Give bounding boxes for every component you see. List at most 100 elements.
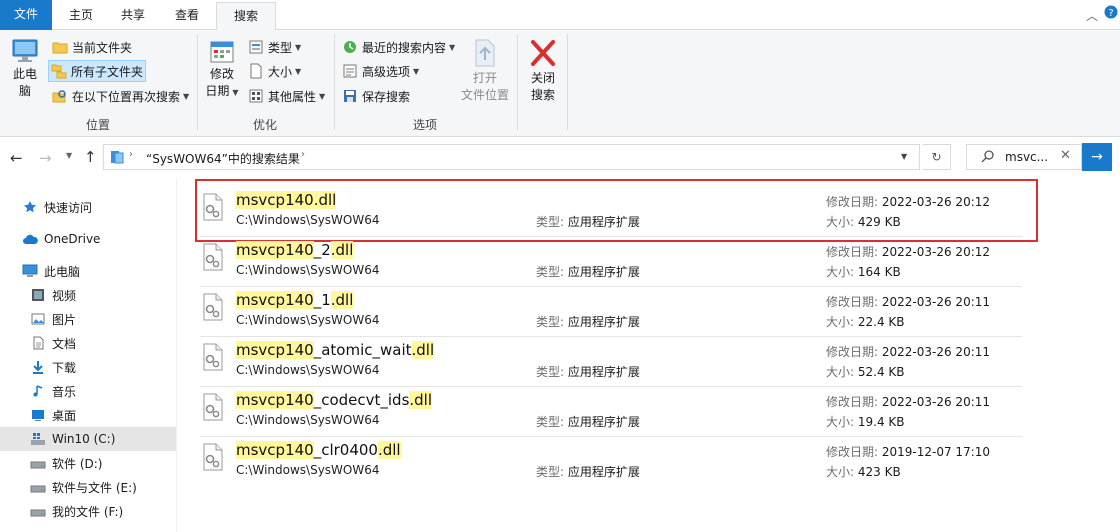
computer-icon	[22, 263, 38, 279]
current-folder-button[interactable]: 当前文件夹	[50, 36, 134, 58]
collapse-ribbon-icon[interactable]: ︿	[1086, 7, 1098, 24]
search-result-row[interactable]: msvcp140_codecvt_ids.dll C:\Windows\SysWO…	[198, 382, 1020, 432]
search-input[interactable]: msvc... ✕	[966, 144, 1082, 170]
file-name[interactable]: msvcp140_atomic_wait.dll	[236, 341, 435, 359]
drive-icon	[30, 479, 46, 495]
file-date: 修改日期: 2022-03-26 20:11	[826, 395, 991, 409]
nav-item[interactable]: 视频	[0, 283, 176, 307]
nav-item[interactable]: 图片	[0, 307, 176, 331]
up-arrow-icon[interactable]: ↑	[84, 148, 97, 166]
arrow-right-icon: →	[1091, 149, 1103, 165]
clear-search-icon[interactable]: ✕	[1060, 148, 1071, 163]
file-size: 大小: 19.4 KB	[826, 415, 905, 429]
nav-item[interactable]: OneDrive	[0, 227, 176, 251]
name-rest: _atomic_wait	[313, 341, 412, 359]
search-result-row[interactable]: msvcp140_clr0400.dll C:\Windows\SysWOW64 类…	[198, 432, 1020, 482]
breadcrumb-separator-icon[interactable]: ›	[129, 149, 133, 160]
dll-file-icon	[202, 193, 224, 221]
recent-locations-icon[interactable]: ▼	[66, 151, 72, 160]
nav-item-label: 软件 (D:)	[52, 456, 103, 471]
all-subfolders-button[interactable]: 所有子文件夹	[48, 60, 147, 82]
nav-item[interactable]: 我的文件 (F:)	[0, 499, 176, 523]
drive-icon	[30, 503, 46, 519]
nav-item-label: 快速访问	[44, 200, 93, 215]
nav-item-label: 下载	[52, 360, 77, 375]
other-properties-button[interactable]: 其他属性 ▼	[246, 85, 327, 107]
advanced-options-icon	[342, 63, 358, 79]
file-size: 大小: 22.4 KB	[826, 315, 905, 329]
file-name[interactable]: msvcp140_clr0400.dll	[236, 441, 401, 459]
file-size: 大小: 164 KB	[826, 265, 901, 279]
tab-view[interactable]: 查看	[162, 2, 212, 30]
size-icon	[248, 63, 264, 79]
back-arrow-icon[interactable]: ←	[10, 149, 23, 167]
search-result-row[interactable]: msvcp140_2.dll C:\Windows\SysWOW64 类型: 应用程…	[198, 232, 1020, 282]
search-icon	[981, 149, 995, 166]
forward-arrow-icon[interactable]: →	[39, 149, 52, 167]
chevron-down-icon: ▼	[295, 42, 302, 52]
name-rest: _1	[313, 291, 331, 309]
file-size: 大小: 52.4 KB	[826, 365, 905, 379]
name-rest: _clr0400	[313, 441, 378, 459]
file-path: C:\Windows\SysWOW64	[236, 263, 380, 277]
file-type: 类型: 应用程序扩展	[536, 465, 640, 479]
match-highlight: msvcp140.dll	[236, 191, 337, 209]
chevron-down-icon: ▼	[232, 88, 239, 97]
kind-button[interactable]: 类型 ▼	[246, 36, 303, 58]
nav-item[interactable]: 软件与文件 (E:)	[0, 475, 176, 499]
chevron-down-icon: ▼	[295, 66, 302, 76]
nav-item[interactable]: 文档	[0, 331, 176, 355]
search-result-row[interactable]: msvcp140_atomic_wait.dll C:\Windows\SysWO…	[198, 332, 1020, 382]
tab-share[interactable]: 共享	[110, 2, 156, 30]
help-icon[interactable]: ?	[1104, 5, 1118, 22]
windows-drive-icon	[30, 431, 46, 447]
dll-file-icon	[202, 243, 224, 271]
open-location-icon	[472, 38, 498, 68]
file-date: 修改日期: 2022-03-26 20:11	[826, 345, 991, 359]
subfolders-icon	[51, 63, 67, 79]
close-search-button[interactable]: 关闭 搜索	[523, 38, 563, 104]
svg-text:?: ?	[1108, 8, 1113, 19]
nav-item[interactable]: 快速访问	[0, 195, 176, 219]
search-result-row[interactable]: msvcp140.dll C:\Windows\SysWOW64 类型: 应用程序扩…	[195, 179, 1038, 242]
file-type: 类型: 应用程序扩展	[536, 415, 640, 429]
date-modified-button[interactable]: 修改 日期 ▼	[202, 38, 242, 101]
nav-item-label: 软件与文件 (E:)	[52, 480, 137, 495]
tab-home[interactable]: 主页	[58, 2, 104, 30]
advanced-options-button[interactable]: 高级选项 ▼	[340, 60, 421, 82]
kind-icon	[248, 39, 264, 55]
divider	[567, 34, 568, 130]
file-name[interactable]: msvcp140_1.dll	[236, 291, 354, 309]
address-dropdown-icon[interactable]: ▼	[901, 152, 907, 161]
recent-searches-button[interactable]: 最近的搜索内容 ▼	[340, 36, 457, 58]
this-pc-button[interactable]: 此电 脑	[6, 38, 44, 100]
name-rest: _codecvt_ids	[313, 391, 410, 409]
nav-item[interactable]: 桌面	[0, 403, 176, 427]
tab-search[interactable]: 搜索	[216, 2, 276, 31]
file-path: C:\Windows\SysWOW64	[236, 313, 380, 327]
refresh-button[interactable]: ↻	[923, 144, 951, 170]
search-results-icon	[110, 150, 124, 167]
address-bar[interactable]: › “SysWOW64”中的搜索结果 › ▼	[103, 144, 920, 170]
nav-item[interactable]: 此电脑	[0, 259, 176, 283]
nav-item[interactable]: 软件 (D:)	[0, 451, 176, 475]
nav-item[interactable]: 音乐	[0, 379, 176, 403]
tab-file[interactable]: 文件	[0, 0, 52, 30]
file-name[interactable]: msvcp140_codecvt_ids.dll	[236, 391, 433, 409]
breadcrumb[interactable]: “SysWOW64”中的搜索结果	[146, 150, 300, 167]
file-name[interactable]: msvcp140_2.dll	[236, 241, 354, 259]
breadcrumb-separator-icon[interactable]: ›	[301, 149, 305, 160]
search-again-button[interactable]: 在以下位置再次搜索 ▼	[50, 85, 191, 107]
nav-item[interactable]: 下载	[0, 355, 176, 379]
open-file-location-button[interactable]: 打开 文件位置	[457, 38, 513, 104]
group-label-options: 选项	[412, 118, 437, 132]
search-go-button[interactable]: →	[1082, 143, 1112, 171]
nav-item[interactable]: Win10 (C:)	[0, 427, 176, 451]
file-type: 类型: 应用程序扩展	[536, 265, 640, 279]
file-name[interactable]: msvcp140.dll	[236, 191, 337, 209]
search-result-row[interactable]: msvcp140_1.dll C:\Windows\SysWOW64 类型: 应用程…	[198, 282, 1020, 332]
save-search-button[interactable]: 保存搜索	[340, 85, 412, 107]
file-type: 类型: 应用程序扩展	[536, 215, 640, 229]
size-button[interactable]: 大小 ▼	[246, 60, 303, 82]
nav-item-label: 视频	[52, 288, 77, 303]
